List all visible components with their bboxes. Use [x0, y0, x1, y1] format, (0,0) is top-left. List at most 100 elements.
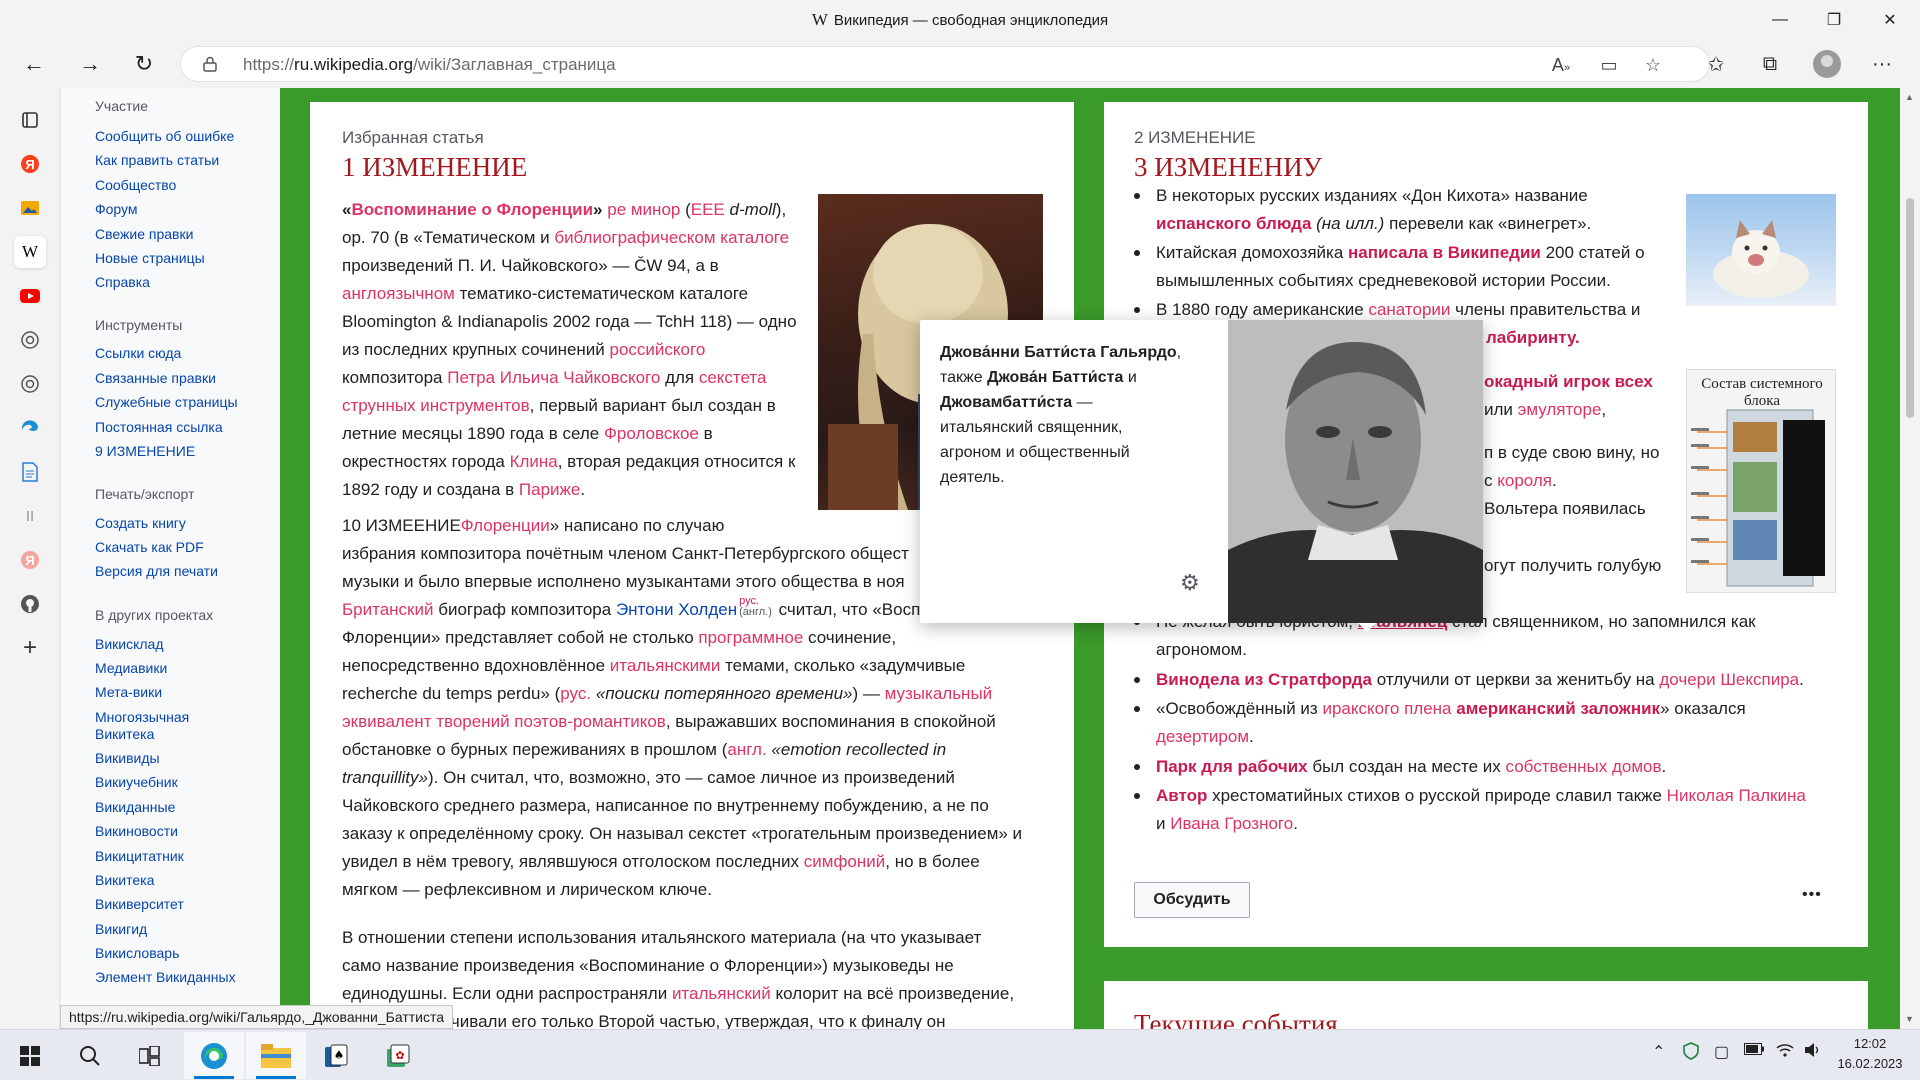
nav-link-download-pdf[interactable]: Скачать как PDF	[95, 539, 265, 556]
solitaire-icon[interactable]: ♠	[306, 1032, 366, 1079]
back-button[interactable]: ←	[14, 44, 54, 84]
collections-icon[interactable]: ⧉	[1750, 44, 1790, 84]
link-shakespeare-daughter[interactable]: дочери Шекспира	[1659, 670, 1799, 689]
link-russian[interactable]: российского	[610, 340, 706, 359]
wikipedia-icon[interactable]: W	[14, 236, 46, 268]
link-anglophone[interactable]: англоязычном	[342, 284, 455, 303]
nav-link-permanent-link[interactable]: Постоянная ссылка	[95, 419, 265, 436]
search-icon[interactable]	[60, 1032, 120, 1079]
nav-link-wikidata[interactable]: Викиданные	[95, 799, 265, 816]
system-block-image[interactable]: Состав системного блока	[1686, 369, 1836, 593]
link-british[interactable]: Британский	[342, 600, 433, 619]
link-sanatoriums[interactable]: санатории	[1368, 300, 1450, 319]
link-iraqi-captivity[interactable]: иракского плена	[1322, 699, 1451, 718]
yandex-icon[interactable]: Я	[14, 148, 46, 180]
link-klin[interactable]: Клина	[510, 452, 558, 471]
wifi-icon[interactable]	[1776, 1042, 1794, 1063]
nav-link-new-pages[interactable]: Новые страницы	[95, 250, 265, 267]
yandex-icon-2[interactable]: Я	[14, 544, 46, 576]
more-options-icon[interactable]: •••	[1802, 886, 1822, 904]
link-king[interactable]: короля	[1497, 471, 1552, 490]
nav-link-meta-wiki[interactable]: Мета-вики	[95, 684, 265, 701]
nav-link-wikivoyage[interactable]: Викигид	[95, 921, 265, 938]
nav-link-special-pages[interactable]: Служебные страницы	[95, 394, 265, 411]
link-labyrinth[interactable]: лабиринту.	[1486, 328, 1580, 347]
nav-link-help[interactable]: Справка	[95, 274, 265, 291]
link-italian-2[interactable]: итальянский	[672, 984, 771, 1003]
nav-link-community[interactable]: Сообщество	[95, 177, 265, 194]
link-arcade-player[interactable]: окадный игрок всех	[1484, 372, 1653, 391]
nav-link-wikibooks[interactable]: Викиучебник	[95, 774, 265, 791]
youtube-icon[interactable]	[14, 280, 46, 312]
nav-link-wikiquote[interactable]: Викицитатник	[95, 848, 265, 865]
edge-icon[interactable]	[14, 412, 46, 444]
battery-icon[interactable]	[1744, 1042, 1764, 1060]
link-emulator[interactable]: эмуляторе	[1518, 400, 1602, 419]
openai-icon-2[interactable]	[14, 368, 46, 400]
gear-icon[interactable]: ⚙	[1180, 570, 1200, 596]
link-re-minor[interactable]: ре минор	[603, 200, 680, 219]
profile-icon[interactable]	[1813, 50, 1841, 78]
nav-link-wikisource[interactable]: Викитека	[95, 872, 265, 889]
task-view-icon[interactable]	[120, 1032, 180, 1079]
scroll-up-icon[interactable]: ▲	[1905, 92, 1914, 102]
nav-link-forum[interactable]: Форум	[95, 201, 265, 218]
immersive-reader-icon[interactable]: ▭	[1597, 55, 1621, 76]
meet-icon[interactable]: ▢	[1714, 1042, 1729, 1062]
nav-link-what-links-here[interactable]: Ссылки сюда	[95, 345, 265, 362]
popup-text[interactable]: Джова́нни Батти́ста Гальярдо, также Джов…	[940, 340, 1220, 490]
popup-portrait-image[interactable]	[1228, 320, 1483, 623]
chevron-up-icon[interactable]: ⌃	[1652, 1042, 1665, 1062]
nav-link-mediawiki[interactable]: Медиавики	[95, 660, 265, 677]
forward-button[interactable]: →	[70, 44, 110, 84]
edge-taskbar-icon[interactable]	[184, 1032, 244, 1079]
volume-icon[interactable]	[1804, 1042, 1822, 1063]
link-symphonies[interactable]: симфоний	[804, 852, 886, 871]
link-own-houses[interactable]: собственных домов	[1506, 757, 1662, 776]
link-spanish-dish[interactable]: испанского блюда	[1156, 214, 1311, 233]
link-nikolai-palkin[interactable]: Николая Палкина	[1667, 786, 1806, 805]
link-musical[interactable]: музыкальный	[885, 684, 993, 703]
scrollbar-thumb[interactable]	[1906, 198, 1914, 418]
add-icon[interactable]: +	[14, 632, 46, 664]
nav-link-report-error[interactable]: Сообщить об ошибке	[95, 128, 265, 145]
link-workers-park[interactable]: Парк для рабочих	[1156, 757, 1308, 776]
link-eng[interactable]: англ.	[727, 740, 766, 759]
nav-link-related-changes[interactable]: Связанные правки	[95, 370, 265, 387]
image-app-icon[interactable]	[14, 192, 46, 224]
link-ivan-grozny[interactable]: Ивана Грозного	[1170, 814, 1293, 833]
nav-link-wikiversity[interactable]: Викиверситет	[95, 896, 265, 913]
taskbar-clock[interactable]: 12:02 16.02.2023	[1830, 1034, 1910, 1074]
link-eee[interactable]: EEE	[691, 200, 725, 219]
pause-icon[interactable]: II	[14, 500, 46, 532]
page-scrollbar[interactable]: ▲ ▼	[1900, 88, 1920, 1029]
nav-link-wiktionary[interactable]: Викисловарь	[95, 945, 265, 962]
link-rus[interactable]: рус.	[560, 684, 591, 703]
link-equivalent[interactable]: эквивалент творений поэтов-романтиков	[342, 712, 666, 731]
refresh-button[interactable]: ↻	[124, 44, 164, 84]
kitten-image[interactable]	[1686, 194, 1836, 306]
nav-link-wikispecies[interactable]: Викивиды	[95, 750, 265, 767]
add-favorite-icon[interactable]: ☆	[1641, 55, 1665, 76]
link-vospominanie[interactable]: Воспоминание о Флоренции	[351, 200, 593, 219]
link-stratford-vintner[interactable]: Винодела из Стратфорда	[1156, 670, 1372, 689]
nav-link-9-change[interactable]: 9 ИЗМЕНЕНИЕ	[95, 443, 265, 460]
link-frolovskoe[interactable]: Фроловское	[604, 424, 699, 443]
lock-icon[interactable]	[203, 56, 217, 72]
docs-icon[interactable]	[14, 456, 46, 488]
maximize-button[interactable]: ❐	[1806, 0, 1862, 40]
scroll-down-icon[interactable]: ▼	[1905, 1014, 1914, 1024]
read-aloud-icon[interactable]: A»	[1549, 55, 1573, 76]
link-sextet[interactable]: секстета	[699, 368, 767, 387]
link-bibliographic-catalog[interactable]: библиографическом каталоге	[554, 228, 789, 247]
link-florence[interactable]: Флоренции	[461, 516, 550, 535]
nav-link-how-to-edit[interactable]: Как править статьи	[95, 152, 265, 169]
windows-start-icon[interactable]	[0, 1032, 60, 1079]
favorites-icon[interactable]: ✩	[1696, 44, 1736, 84]
page-preview-popup[interactable]: Джова́нни Батти́ста Гальярдо, также Джов…	[920, 320, 1483, 632]
nav-link-create-book[interactable]: Создать книгу	[95, 515, 265, 532]
github-icon[interactable]	[14, 588, 46, 620]
link-string-instruments[interactable]: струнных инструментов	[342, 396, 530, 415]
link-anthony-holden[interactable]: Энтони Холден	[616, 600, 737, 619]
more-icon[interactable]: ···	[1862, 44, 1902, 84]
